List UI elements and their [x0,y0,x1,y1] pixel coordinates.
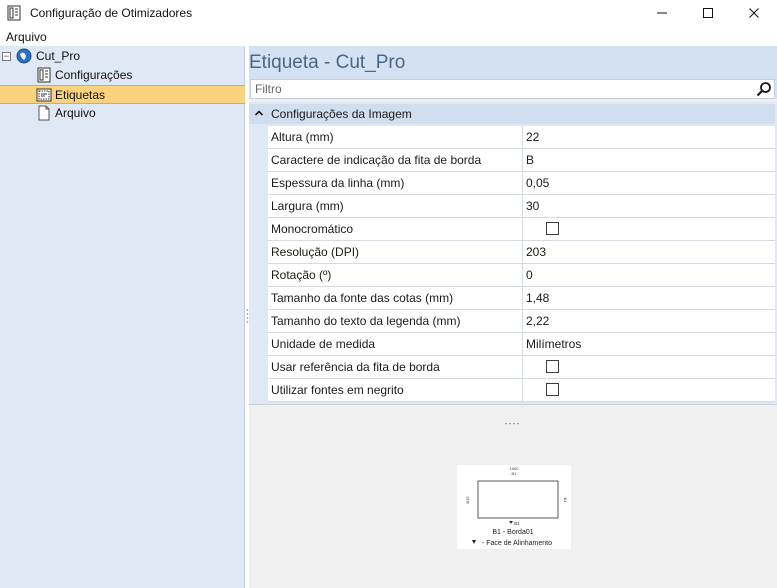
preview-bottom-edge: B1 [514,521,520,526]
title-bar: Configuração de Otimizadores [0,0,777,26]
file-icon [36,105,52,121]
alignment-face-icon [509,521,513,524]
property-name: Espessura da linha (mm) [268,172,523,194]
property-list: Altura (mm) 22 Caractere de indicação da… [268,126,775,402]
preview-legend-line2: - Face de Alinhamento [482,540,552,547]
navigation-tree: − Cut_Pro Configurações Etiquetas Arquiv… [0,46,245,588]
main-panel: Etiqueta - Cut_Pro Configurações da Imag… [249,46,777,588]
property-row-largura[interactable]: Largura (mm) 30 [268,195,775,218]
tree-item-arquivo[interactable]: Arquivo [0,104,245,123]
settings-form-icon [36,67,52,83]
preview-piece-rectangle [477,480,559,519]
property-row-usar-referencia[interactable]: Usar referência da fita de borda [268,356,775,379]
monocromatico-checkbox[interactable] [546,222,559,235]
property-row-caractere-fita[interactable]: Caractere de indicação da fita de borda … [268,149,775,172]
window-controls [639,0,777,26]
property-value[interactable]: B [524,149,775,171]
property-name: Usar referência da fita de borda [268,356,523,378]
label-preview: 1000 B1 B15 B1 B1 B1 - Borda01 - Face de… [457,465,571,549]
property-row-altura[interactable]: Altura (mm) 22 [268,126,775,149]
tree-item-label: Configurações [55,68,133,82]
category-row[interactable]: Configurações da Imagem [249,104,775,124]
maximize-icon [703,8,713,18]
property-value[interactable]: 1,48 [524,287,775,309]
collapse-icon[interactable]: − [2,52,11,61]
tree-item-configuracoes[interactable]: Configurações [0,66,245,85]
property-value[interactable]: 0,05 [524,172,775,194]
property-name: Unidade de medida [268,333,523,355]
property-value[interactable]: 30 [524,195,775,217]
property-name: Tamanho da fonte das cotas (mm) [268,287,523,309]
property-value [524,218,775,240]
property-name: Rotação (º) [268,264,523,286]
property-name: Largura (mm) [268,195,523,217]
search-icon[interactable] [756,81,772,97]
menu-bar: Arquivo [0,28,777,46]
preview-legend-line1: B1 - Borda01 [492,529,533,536]
property-value[interactable]: Milímetros [524,333,775,355]
property-value[interactable]: 0 [524,264,775,286]
tree-item-label: Arquivo [55,106,96,120]
property-row-espessura-linha[interactable]: Espessura da linha (mm) 0,05 [268,172,775,195]
close-button[interactable] [731,0,777,26]
page-title: Etiqueta - Cut_Pro [249,52,406,73]
tree-item-label: Etiquetas [55,88,106,102]
property-name: Monocromático [268,218,523,240]
close-icon [749,8,759,18]
horizontal-splitter[interactable] [249,404,777,425]
property-name: Altura (mm) [268,126,523,148]
property-row-unidade-medida[interactable]: Unidade de medida Milímetros [268,333,775,356]
globe-icon [16,48,32,64]
property-value[interactable]: 203 [524,241,775,263]
tree-item-cut-pro[interactable]: − Cut_Pro [0,47,245,66]
app-icon [6,5,22,21]
label-icon [36,87,52,103]
property-name: Tamanho do texto da legenda (mm) [268,310,523,332]
tree-item-etiquetas[interactable]: Etiquetas [0,85,245,104]
fontes-negrito-checkbox[interactable] [546,383,559,396]
minimize-button[interactable] [639,0,685,26]
filter-input[interactable] [255,81,745,97]
property-value[interactable]: 2,22 [524,310,775,332]
maximize-button[interactable] [685,0,731,26]
menu-arquivo[interactable]: Arquivo [0,30,47,44]
property-row-texto-legenda[interactable]: Tamanho do texto da legenda (mm) 2,22 [268,310,775,333]
category-label: Configurações da Imagem [271,107,412,121]
preview-top-edge: B1 [512,471,518,476]
property-name: Resolução (DPI) [268,241,523,263]
collapse-arrow-icon[interactable] [255,110,263,116]
property-name: Caractere de indicação da fita de borda [268,149,523,171]
tree-item-label: Cut_Pro [36,49,81,63]
property-row-monocromatico[interactable]: Monocromático [268,218,775,241]
property-value [524,356,775,378]
header-band: Etiqueta - Cut_Pro [249,46,777,99]
window-title: Configuração de Otimizadores [30,6,193,20]
preview-right-edge: B1 [563,498,568,504]
property-value[interactable]: 22 [524,126,775,148]
property-grid: Configurações da Imagem Altura (mm) 22 C… [249,102,777,404]
property-row-fontes-negrito[interactable]: Utilizar fontes em negrito [268,379,775,402]
property-value [524,379,775,401]
minimize-icon [657,12,667,14]
property-row-resolucao[interactable]: Resolução (DPI) 203 [268,241,775,264]
splitter-grip-icon [505,422,519,425]
preview-left-dimension: B15 [465,496,470,504]
property-name: Utilizar fontes em negrito [268,379,523,401]
filter-box [250,79,775,99]
property-row-fonte-cotas[interactable]: Tamanho da fonte das cotas (mm) 1,48 [268,287,775,310]
property-row-rotacao[interactable]: Rotação (º) 0 [268,264,775,287]
usar-referencia-checkbox[interactable] [546,360,559,373]
alignment-face-legend-icon [472,540,476,544]
